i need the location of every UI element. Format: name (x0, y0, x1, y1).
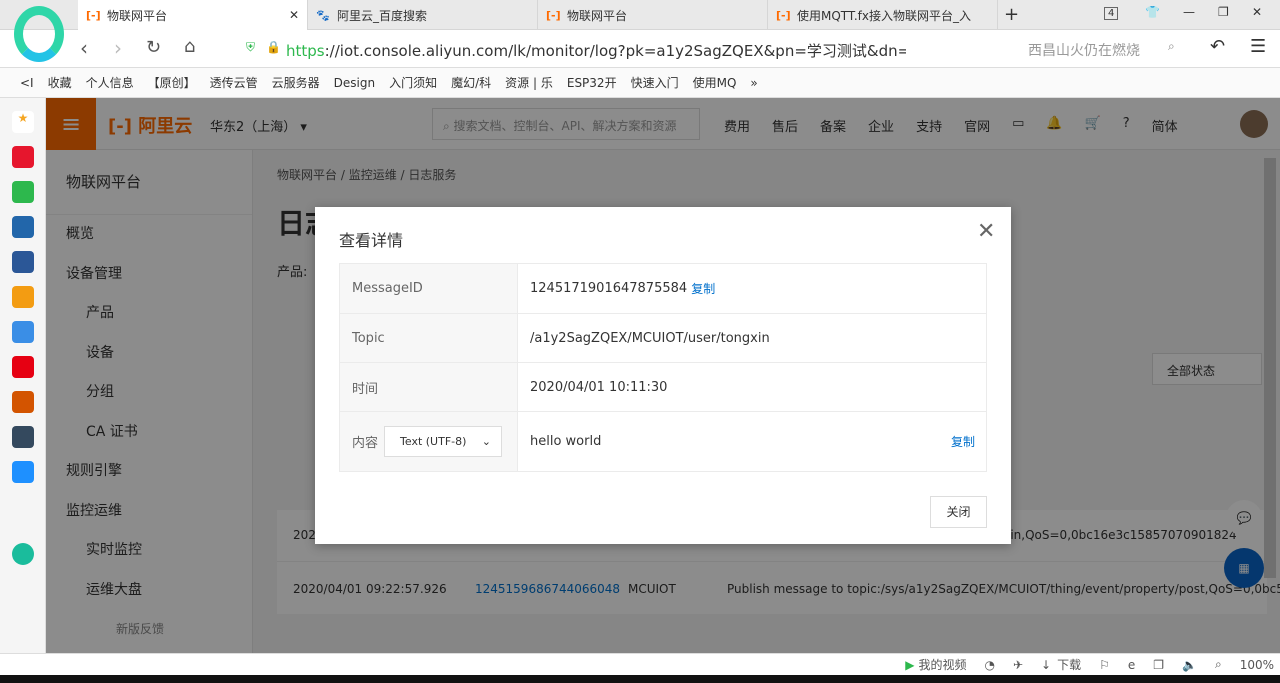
lock-icon: 🔒 (266, 40, 281, 54)
aliyun-icon: [-] (546, 8, 561, 22)
browser-logo-icon (14, 6, 64, 62)
flag-icon[interactable]: ⚐ (1099, 658, 1110, 672)
close-window-button[interactable]: ✕ (1252, 5, 1262, 19)
bookmark-item[interactable]: 收藏 (48, 74, 72, 91)
copy-id-link[interactable]: 复制 (691, 280, 715, 297)
restore-button[interactable]: ❐ (1218, 5, 1229, 19)
status-bar: ▶ 我的视频 ◔ ✈ ↓ 下载 ⚐ e ❐ 🔈 ⌕ 100% (0, 653, 1280, 675)
xiaohongshu-icon[interactable] (12, 356, 34, 378)
video-icon: ▶ (905, 657, 915, 672)
close-icon[interactable]: ✕ (977, 219, 995, 244)
download-button[interactable]: 下载 (1057, 656, 1081, 673)
my-videos[interactable]: 我的视频 (918, 656, 966, 673)
browser-sidebar: ★ (0, 98, 46, 653)
shield-icon: ⛨ (246, 40, 256, 54)
modal-title: 查看详情 (339, 231, 404, 250)
forward-button[interactable]: › (114, 36, 122, 60)
bookmark-item[interactable]: 云服务器 (272, 74, 320, 91)
sound-icon[interactable]: 🔈 (1182, 658, 1197, 672)
skin-icon[interactable]: 👕 (1145, 5, 1160, 19)
bookmark-item[interactable]: 使用MQ (693, 74, 737, 91)
copy-content-link[interactable]: 复制 (951, 433, 975, 450)
tab-count[interactable]: 4 (1104, 7, 1119, 20)
topic-value: /a1y2SagZQEX/MCUIOT/user/tongxin (530, 330, 770, 346)
word-icon[interactable] (12, 251, 34, 273)
search-input[interactable]: 西昌山火仍在燃烧 (1028, 40, 1140, 60)
bookmark-item[interactable]: 【原创】 (148, 74, 196, 91)
time-value: 2020/04/01 10:11:30 (530, 379, 668, 395)
taskbar-strip (0, 675, 1280, 683)
reload-button[interactable]: ↻ (146, 37, 161, 58)
minimize-button[interactable]: — (1183, 5, 1195, 19)
rocket-icon[interactable]: ✈ (1013, 658, 1023, 672)
detail-modal: 查看详情 ✕ MessageID 1245171901647875584 复制 T… (315, 207, 1011, 544)
add-icon[interactable] (12, 543, 34, 565)
speed-icon[interactable]: ◔ (984, 658, 994, 672)
row-label: 内容 (352, 436, 379, 451)
zoom-level[interactable]: 100% (1240, 658, 1274, 672)
search-icon[interactable]: ⌕ (1168, 39, 1175, 54)
row-label: MessageID (340, 264, 518, 313)
new-tab-button[interactable]: + (1004, 4, 1019, 25)
game-icon-2[interactable] (12, 391, 34, 413)
bookmark-item[interactable]: 个人信息 (86, 74, 134, 91)
message-id-value: 1245171901647875584 (530, 281, 688, 296)
menu-icon[interactable]: ☰ (1250, 36, 1266, 57)
game-icon[interactable] (12, 321, 34, 343)
row-label: 时间 (340, 363, 518, 411)
weibo-icon[interactable] (12, 146, 34, 168)
bookmark-item[interactable]: 透传云管 (210, 74, 258, 91)
novel-icon[interactable] (12, 286, 34, 308)
bookmark-item[interactable]: 入门须知 (389, 74, 437, 91)
undo-icon[interactable]: ↶ (1210, 36, 1225, 57)
bookmark-item[interactable]: 魔幻/科 (451, 74, 491, 91)
close-tab-icon[interactable]: ✕ (289, 8, 299, 22)
detail-row-topic: Topic/a1y2SagZQEX/MCUIOT/user/tongxin (339, 313, 987, 363)
aliyun-icon: [-] (86, 8, 101, 22)
app-icon[interactable] (12, 216, 34, 238)
tab-iot-platform-2[interactable]: [-] 物联网平台 (538, 0, 768, 30)
content-value: hello world (530, 434, 602, 449)
more-bookmarks[interactable]: » (750, 76, 757, 90)
tab-mqtt-doc[interactable]: [-] 使用MQTT.fx接入物联网平台_入 (768, 0, 998, 30)
tab-bar: [-] 物联网平台 ✕ 🐾 阿里云_百度搜索 [-] 物联网平台 [-] 使用MQTT.f… (0, 0, 1280, 30)
game-icon-3[interactable] (12, 426, 34, 448)
detail-row-message-id: MessageID 1245171901647875584 复制 (339, 263, 987, 314)
home-button[interactable]: ⌂ (184, 36, 195, 57)
chevron-down-icon: ⌄ (481, 435, 492, 448)
url-field[interactable]: https://iot.console.aliyun.com/lk/monito… (286, 40, 906, 61)
p-icon[interactable] (12, 461, 34, 483)
detail-row-time: 时间 2020/04/01 10:11:30 (339, 362, 987, 412)
favorites-icon[interactable]: ★ (12, 111, 34, 133)
aliyun-icon: [-] (776, 8, 791, 22)
tab-iot-platform[interactable]: [-] 物联网平台 ✕ (78, 0, 308, 30)
bookmark-item[interactable]: 快速入门 (631, 74, 679, 91)
encoding-select[interactable]: Text (UTF-8) ⌄ (384, 426, 503, 457)
bookmarks-bar: <I 收藏 个人信息 【原创】 透传云管 云服务器 Design 入门须知 魔幻… (0, 68, 1280, 98)
ie-icon[interactable]: e (1128, 658, 1135, 672)
row-label: Topic (340, 314, 518, 362)
window-icon[interactable]: ❐ (1153, 658, 1164, 672)
tab-baidu[interactable]: 🐾 阿里云_百度搜索 (308, 0, 538, 30)
bookmark-toggle[interactable]: <I (20, 76, 34, 90)
bookmark-item[interactable]: Design (334, 76, 375, 90)
download-icon: ↓ (1041, 657, 1052, 672)
address-bar-row: ‹ › ↻ ⌂ ⛨ 🔒 https://iot.console.aliyun.c… (0, 30, 1280, 68)
detail-row-content: 内容 Text (UTF-8) ⌄ hello world 复制 (339, 411, 987, 472)
bookmark-item[interactable]: ESP32开 (567, 74, 617, 91)
mail-icon[interactable] (12, 181, 34, 203)
baidu-icon: 🐾 (316, 8, 330, 22)
bookmark-item[interactable]: 资源 | 乐 (505, 74, 553, 91)
zoom-icon[interactable]: ⌕ (1215, 657, 1222, 672)
back-button[interactable]: ‹ (80, 36, 88, 60)
close-button[interactable]: 关闭 (930, 496, 987, 528)
